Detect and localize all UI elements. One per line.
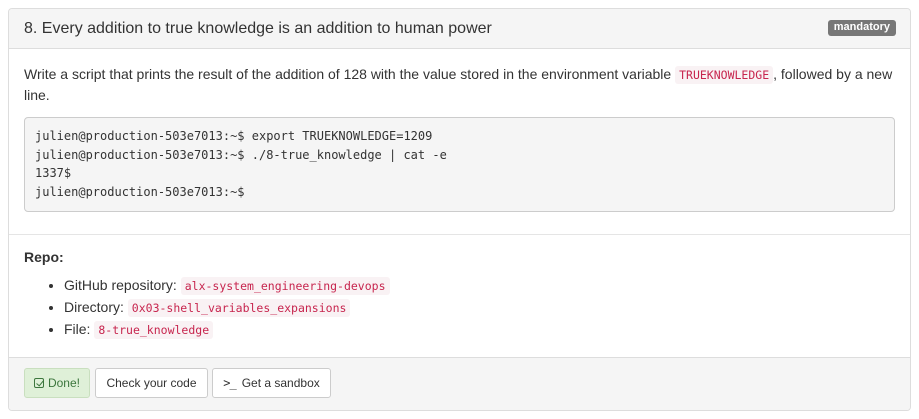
check-code-label: Check your code xyxy=(106,376,197,390)
repo-item-file: File: 8-true_knowledge xyxy=(64,319,894,341)
repo-item-label: File: xyxy=(64,321,95,337)
repo-item-value: 0x03-shell_variables_expansions xyxy=(127,299,351,317)
repo-item-label: GitHub repository: xyxy=(64,277,181,293)
terminal-line: julien@production-503e7013:~$ xyxy=(35,184,245,199)
task-header: 8. Every addition to true knowledge is a… xyxy=(9,9,910,49)
check-code-button[interactable]: Check your code xyxy=(95,368,208,398)
repo-item-github: GitHub repository: alx-system_engineerin… xyxy=(64,275,894,297)
terminal-line: julien@production-503e7013:~$ export TRU… xyxy=(35,129,433,143)
terminal-icon: >_ xyxy=(223,376,236,390)
task-panel: 8. Every addition to true knowledge is a… xyxy=(8,8,911,411)
task-description: Write a script that prints the result of… xyxy=(24,64,895,105)
repo-section: Repo: GitHub repository: alx-system_engi… xyxy=(24,247,894,341)
sandbox-button[interactable]: >_ Get a sandbox xyxy=(212,368,331,398)
repo-item-value: 8-true_knowledge xyxy=(94,321,214,339)
terminal-line: julien@production-503e7013:~$ ./8-true_k… xyxy=(35,147,447,162)
task-body: Write a script that prints the result of… xyxy=(9,49,910,212)
done-button[interactable]: Done! xyxy=(24,368,90,398)
description-text: Write a script that prints the result of… xyxy=(24,66,676,82)
mandatory-badge: mandatory xyxy=(827,20,896,36)
env-variable-code: TRUEKNOWLEDGE xyxy=(675,66,774,84)
sandbox-label: Get a sandbox xyxy=(241,376,320,390)
section-divider xyxy=(9,234,910,235)
repo-item-value: alx-system_engineering-devops xyxy=(180,277,390,295)
terminal-example: julien@production-503e7013:~$ export TRU… xyxy=(24,117,895,212)
done-label: Done! xyxy=(47,376,80,390)
repo-title: Repo: xyxy=(24,249,64,265)
repo-item-label: Directory: xyxy=(64,299,128,315)
repo-list: GitHub repository: alx-system_engineerin… xyxy=(24,275,894,341)
task-title: 8. Every addition to true knowledge is a… xyxy=(24,20,492,37)
terminal-line: 1337$ xyxy=(35,166,72,180)
check-square-icon xyxy=(34,378,44,388)
repo-item-directory: Directory: 0x03-shell_variables_expansio… xyxy=(64,297,894,319)
task-footer: Done! Check your code >_ Get a sandbox xyxy=(9,357,910,410)
